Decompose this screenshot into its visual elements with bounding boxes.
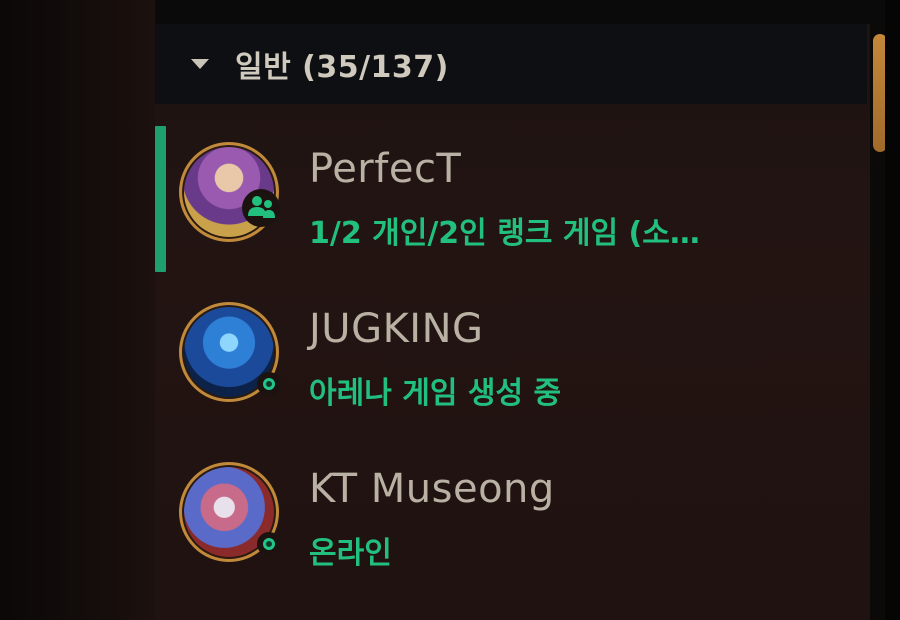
friends-list-window: 일반 (35/137) PerfecT 1/2 개인/2인 랭크 게임 (소… … bbox=[0, 0, 900, 620]
friend-name: KT Museong bbox=[309, 466, 555, 512]
avatar bbox=[179, 142, 280, 242]
friend-name: PerfecT bbox=[309, 146, 462, 192]
in-game-party-icon bbox=[242, 189, 280, 227]
avatar bbox=[179, 302, 281, 402]
friend-status: 온라인 bbox=[309, 536, 392, 571]
online-dot-icon bbox=[257, 532, 281, 556]
friend-status: 아레나 게임 생성 중 bbox=[309, 376, 562, 411]
avatar bbox=[179, 462, 281, 562]
right-edge bbox=[885, 0, 900, 620]
friend-item-jugking[interactable]: JUGKING 아레나 게임 생성 중 bbox=[155, 280, 867, 430]
group-header-general[interactable]: 일반 (35/137) bbox=[155, 24, 867, 104]
caret-down-icon[interactable] bbox=[191, 59, 209, 69]
friend-item-perfect[interactable]: PerfecT 1/2 개인/2인 랭크 게임 (소… bbox=[155, 120, 867, 272]
online-dot-icon bbox=[257, 372, 281, 396]
left-gutter bbox=[0, 0, 155, 620]
friend-status: 1/2 개인/2인 랭크 게임 (소… bbox=[309, 216, 700, 251]
group-label: 일반 (35/137) bbox=[235, 50, 449, 85]
friend-name: JUGKING bbox=[309, 306, 484, 352]
selection-indicator bbox=[155, 126, 166, 272]
friend-item-kt-museong[interactable]: KT Museong 온라인 bbox=[155, 440, 867, 590]
